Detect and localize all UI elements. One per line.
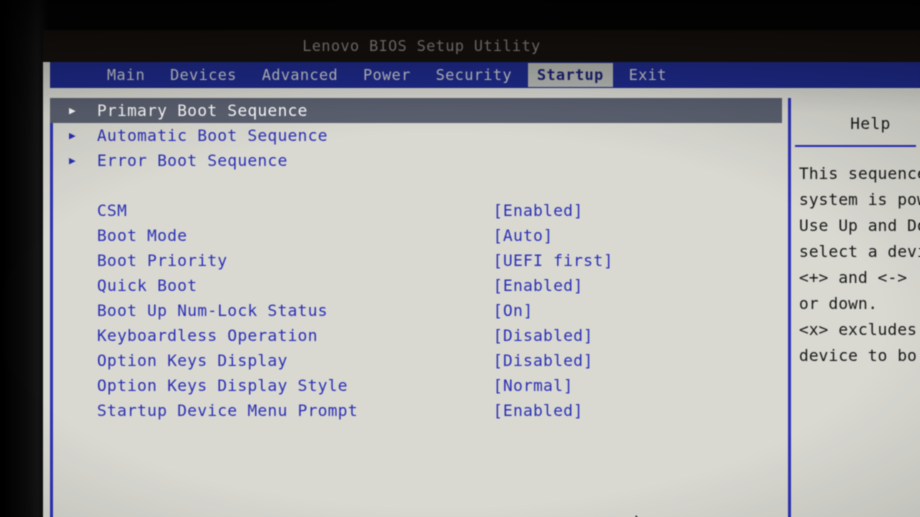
help-line: or down.	[799, 294, 878, 313]
submenu-arrow-icon: ▶	[69, 104, 77, 117]
setting-label: Boot Mode	[97, 226, 188, 245]
setting-row[interactable]: Keyboardless Operation [Disabled]	[53, 323, 785, 348]
menu-tab-security[interactable]: Security	[427, 63, 521, 87]
help-title: Help	[850, 114, 891, 133]
setting-label: Quick Boot	[97, 276, 198, 295]
help-text: This sequence system is pow Use Up and Do s…	[791, 147, 920, 369]
setting-row[interactable]: Option Keys Display [Disabled]	[53, 348, 785, 373]
setting-label: Boot Up Num-Lock Status	[97, 301, 328, 320]
help-line: <+> and <->	[799, 268, 908, 287]
submenu-label: Primary Boot Sequence	[97, 101, 308, 120]
submenu-row[interactable]: ▶ Error Boot Sequence	[53, 148, 785, 173]
setting-value[interactable]: [Enabled]	[493, 276, 583, 295]
help-line: select a devi	[799, 242, 920, 261]
window-title: Lenovo BIOS Setup Utility	[43, 30, 920, 62]
monitor-bezel-top	[0, 0, 920, 34]
monitor-photo: Lenovo BIOS Setup Utility Main Devices Adv…	[0, 0, 920, 517]
bios-screen: Lenovo BIOS Setup Utility Main Devices Adv…	[43, 30, 920, 517]
setting-label: Keyboardless Operation	[97, 326, 318, 345]
setting-row[interactable]: Quick Boot [Enabled]	[53, 273, 785, 298]
submenu-arrow-icon: ▶	[69, 154, 77, 167]
monitor-bezel-left	[0, 0, 48, 517]
setting-value[interactable]: [UEFI first]	[493, 251, 613, 270]
setting-value[interactable]: [Enabled]	[493, 401, 583, 420]
help-line: This sequence	[799, 164, 920, 183]
help-line: device to bo	[799, 346, 917, 365]
menu-tab-startup[interactable]: Startup	[528, 63, 613, 87]
setting-row[interactable]: Option Keys Display Style [Normal]	[53, 373, 785, 398]
help-line: <x> excludes	[799, 320, 917, 339]
setting-value[interactable]: [Enabled]	[493, 201, 583, 220]
setting-label: Option Keys Display	[97, 351, 288, 370]
setting-row[interactable]: Boot Mode [Auto]	[53, 223, 785, 248]
submenu-row[interactable]: ▶ Primary Boot Sequence	[50, 98, 782, 123]
menu-tab-advanced[interactable]: Advanced	[253, 63, 347, 87]
setting-value[interactable]: [Disabled]	[493, 351, 593, 370]
submenu-label: Automatic Boot Sequence	[97, 126, 328, 145]
submenu-label: Error Boot Sequence	[97, 151, 288, 170]
setting-value[interactable]: [Disabled]	[493, 326, 593, 345]
setting-value[interactable]: [Auto]	[493, 226, 553, 245]
help-pane: Help This sequence system is pow Use Up an…	[788, 98, 920, 517]
menu-tab-main[interactable]: Main	[98, 63, 154, 87]
menu-tab-exit[interactable]: Exit	[620, 63, 676, 87]
help-line: Use Up and Do	[799, 216, 920, 235]
submenu-row[interactable]: ▶ Automatic Boot Sequence	[53, 123, 785, 148]
submenu-arrow-icon: ▶	[69, 129, 77, 142]
setting-row[interactable]: CSM [Enabled]	[53, 198, 785, 223]
menu-bar: Main Devices Advanced Power Security Startup E…	[50, 62, 920, 88]
settings-pane: ▶ Primary Boot Sequence ▶ Automatic Boot Se…	[50, 98, 785, 517]
setting-row[interactable]: Boot Up Num-Lock Status [On]	[53, 298, 785, 323]
setting-row[interactable]: Startup Device Menu Prompt [Enabled]	[53, 398, 785, 423]
setting-label: Boot Priority	[97, 251, 228, 270]
menu-tab-power[interactable]: Power	[354, 63, 420, 87]
setting-label: Option Keys Display Style	[97, 376, 348, 395]
help-line: system is pow	[799, 190, 920, 209]
body-area: ▶ Primary Boot Sequence ▶ Automatic Boot Se…	[43, 88, 920, 517]
setting-value[interactable]: [Normal]	[493, 376, 573, 395]
setting-label: CSM	[97, 201, 128, 220]
setting-row[interactable]: Boot Priority [UEFI first]	[53, 248, 785, 273]
menu-tab-devices[interactable]: Devices	[161, 63, 246, 87]
setting-value[interactable]: [On]	[493, 301, 533, 320]
setting-label: Startup Device Menu Prompt	[97, 401, 358, 420]
